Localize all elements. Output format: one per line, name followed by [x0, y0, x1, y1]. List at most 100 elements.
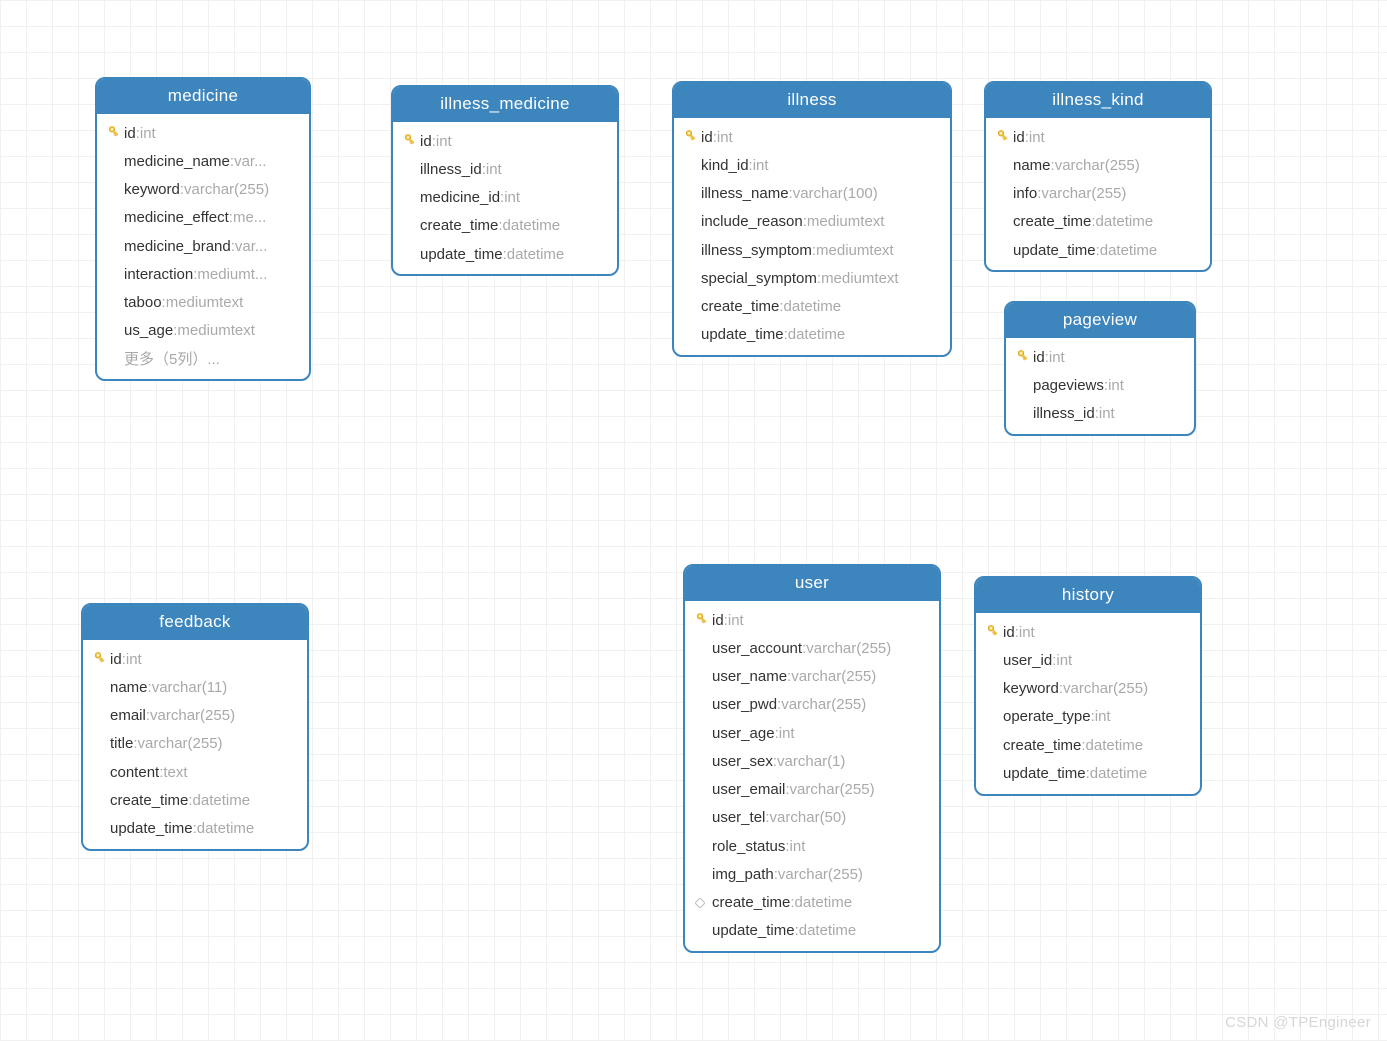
field-row[interactable]: medicine_brand: var... [97, 232, 309, 260]
field-row[interactable]: user_tel: varchar(50) [685, 804, 939, 832]
field-row[interactable]: name: varchar(11) [83, 673, 307, 701]
diamond-icon [691, 894, 709, 912]
field-row[interactable]: taboo: mediumtext [97, 289, 309, 317]
entity-title[interactable]: illness_medicine [393, 87, 617, 122]
field-icon-blank [89, 763, 107, 781]
field-icon-blank [89, 678, 107, 696]
entity-user[interactable]: userid: intuser_account: varchar(255)use… [683, 564, 941, 953]
field-icon-blank [399, 217, 417, 235]
field-icon-blank [691, 752, 709, 770]
field-row[interactable]: create_time: datetime [393, 212, 617, 240]
field-row[interactable]: update_time: datetime [986, 236, 1210, 264]
field-row[interactable]: kind_id: int [674, 151, 950, 179]
field-icon-blank [691, 724, 709, 742]
field-type: varchar(255) [778, 863, 863, 886]
field-row[interactable]: user_pwd: varchar(255) [685, 691, 939, 719]
field-row[interactable]: user_sex: varchar(1) [685, 747, 939, 775]
field-row[interactable]: user_name: varchar(255) [685, 663, 939, 691]
field-row[interactable]: medicine_id: int [393, 184, 617, 212]
field-type: int [1049, 346, 1065, 369]
field-type: varchar(255) [781, 693, 866, 716]
field-row[interactable]: us_age: mediumtext [97, 317, 309, 345]
field-type: datetime [784, 295, 842, 318]
field-row[interactable]: illness_id: int [393, 155, 617, 183]
field-row[interactable]: role_status: int [685, 832, 939, 860]
field-row[interactable]: medicine_effect: me... [97, 204, 309, 232]
field-row[interactable]: create_time: datetime [674, 293, 950, 321]
field-type: int [1108, 374, 1124, 397]
field-icon-blank [680, 156, 698, 174]
entity-feedback[interactable]: feedback id: intname: varchar(11)email: v… [81, 603, 309, 851]
primary-key-icon [691, 611, 709, 629]
entity-title[interactable]: user [685, 566, 939, 601]
field-row[interactable]: interaction: mediumt... [97, 260, 309, 288]
field-row[interactable]: name: varchar(255) [986, 151, 1210, 179]
field-name: id [701, 126, 713, 149]
field-row[interactable]: user_id: int [976, 646, 1200, 674]
primary-key-icon [1012, 348, 1030, 366]
field-type: varchar(50) [770, 806, 847, 829]
field-icon-blank [982, 708, 1000, 726]
field-row[interactable]: medicine_name: var... [97, 147, 309, 175]
field-name: user_id [1003, 649, 1052, 672]
field-row[interactable]: id: int [97, 119, 309, 147]
field-row[interactable]: user_account: varchar(255) [685, 634, 939, 662]
field-row[interactable]: keyword: varchar(255) [97, 176, 309, 204]
field-row[interactable]: id: int [986, 123, 1210, 151]
field-name: illness_symptom [701, 239, 812, 262]
field-icon-blank [691, 837, 709, 855]
entity-title[interactable]: feedback [83, 605, 307, 640]
field-row[interactable]: pageviews: int [1006, 371, 1194, 399]
entity-title[interactable]: history [976, 578, 1200, 613]
entity-illness[interactable]: illness id: intkind_id: intillness_name: … [672, 81, 952, 357]
field-row[interactable]: include_reason: mediumtext [674, 208, 950, 236]
field-row[interactable]: update_time: datetime [674, 321, 950, 349]
field-type: datetime [1090, 762, 1148, 785]
field-row[interactable]: img_path: varchar(255) [685, 860, 939, 888]
field-row[interactable]: create_time: datetime [83, 786, 307, 814]
field-type: int [753, 154, 769, 177]
entity-illness_kind[interactable]: illness_kind id: intname: varchar(255)inf… [984, 81, 1212, 272]
field-row[interactable]: update_time: datetime [976, 759, 1200, 787]
field-row[interactable]: user_age: int [685, 719, 939, 747]
field-type: int [717, 126, 733, 149]
field-row[interactable]: special_symptom: mediumtext [674, 264, 950, 292]
field-row[interactable]: id: int [685, 606, 939, 634]
entity-title[interactable]: medicine [97, 79, 309, 114]
field-row[interactable]: update_time: datetime [83, 815, 307, 843]
entity-history[interactable]: history id: intuser_id: intkeyword: varch… [974, 576, 1202, 796]
field-icon-blank [691, 696, 709, 714]
field-row[interactable]: id: int [976, 618, 1200, 646]
primary-key-icon [681, 129, 697, 145]
entity-title[interactable]: illness [674, 83, 950, 118]
entity-title[interactable]: pageview [1006, 303, 1194, 338]
field-row[interactable]: create_time: datetime [685, 889, 939, 917]
entity-pageview[interactable]: pageview id: intpageviews: intillness_id:… [1004, 301, 1196, 436]
field-row[interactable]: illness_symptom: mediumtext [674, 236, 950, 264]
field-row[interactable]: content: text [83, 758, 307, 786]
field-row[interactable]: id: int [674, 123, 950, 151]
field-row[interactable]: id: int [1006, 343, 1194, 371]
field-icon-blank [399, 245, 417, 263]
field-row[interactable]: update_time: datetime [393, 240, 617, 268]
entity-title[interactable]: illness_kind [986, 83, 1210, 118]
field-row[interactable]: update_time: datetime [685, 917, 939, 945]
field-row[interactable]: title: varchar(255) [83, 730, 307, 758]
field-row[interactable]: illness_name: varchar(100) [674, 180, 950, 208]
field-row[interactable]: operate_type: int [976, 703, 1200, 731]
field-row[interactable]: create_time: datetime [986, 208, 1210, 236]
field-type: datetime [1100, 239, 1158, 262]
field-name: user_name [712, 665, 787, 688]
field-row[interactable]: illness_id: int [1006, 400, 1194, 428]
field-row[interactable]: create_time: datetime [976, 731, 1200, 759]
field-row[interactable]: info: varchar(255) [986, 180, 1210, 208]
field-type: datetime [193, 789, 251, 812]
field-row[interactable]: user_email: varchar(255) [685, 776, 939, 804]
entity-medicine[interactable]: medicine id: intmedicine_name: var...keyw… [95, 77, 311, 381]
field-row[interactable]: email: varchar(255) [83, 702, 307, 730]
field-row[interactable]: keyword: varchar(255) [976, 675, 1200, 703]
field-row[interactable]: id: int [83, 645, 307, 673]
entity-illness_medicine[interactable]: illness_medicine id: intillness_id: intme… [391, 85, 619, 276]
more-columns-label[interactable]: 更多（5列）... [97, 345, 309, 373]
field-row[interactable]: id: int [393, 127, 617, 155]
